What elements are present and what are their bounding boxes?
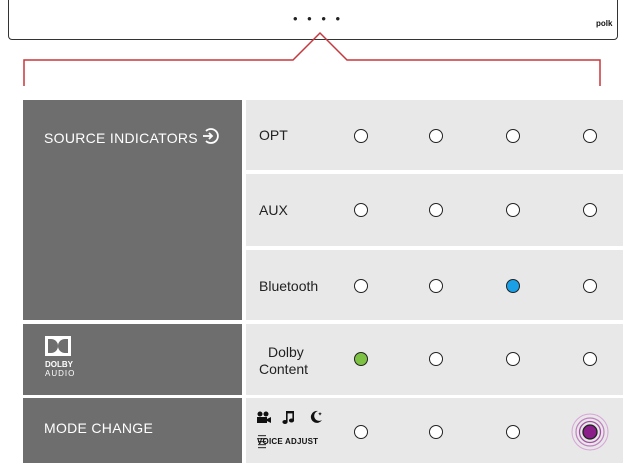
indicator-mode-3 — [506, 425, 520, 439]
mode-change-panel: MODE CHANGE — [23, 398, 242, 463]
indicator-mode-4-lit — [571, 413, 609, 451]
indicator-aux-3 — [506, 203, 520, 217]
source-indicators-label: SOURCE INDICATORS — [44, 130, 198, 146]
movie-camera-icon — [257, 411, 271, 423]
indicator-dolby-3 — [506, 352, 520, 366]
voice-adjust-label: VOICE ADJUST — [257, 437, 319, 446]
dolby-logo-icon — [45, 336, 71, 356]
indicator-mode-2 — [429, 425, 443, 439]
indicator-bluetooth-1 — [354, 279, 368, 293]
indicator-opt-2 — [429, 129, 443, 143]
indicator-bluetooth-4 — [583, 279, 597, 293]
dolby-logo-text: DOLBY — [45, 360, 73, 369]
music-note-icon — [282, 411, 295, 424]
indicator-dolby-4 — [583, 352, 597, 366]
indicator-bluetooth-3-lit — [506, 279, 520, 293]
indicator-aux-1 — [354, 203, 368, 217]
row-label-bluetooth: Bluetooth — [259, 278, 319, 294]
indicator-dolby-1-lit — [354, 352, 368, 366]
callout-bracket — [23, 31, 601, 86]
row-label-opt: OPT — [259, 127, 288, 143]
indicator-aux-2 — [429, 203, 443, 217]
indicator-bluetooth-2 — [429, 279, 443, 293]
source-indicators-panel: SOURCE INDICATORS — [23, 100, 242, 320]
row-label-aux: AUX — [259, 202, 288, 218]
indicator-dolby-2 — [429, 352, 443, 366]
dolby-panel: DOLBY AUDIO — [23, 324, 242, 395]
moon-icon — [310, 410, 322, 423]
indicator-opt-1 — [354, 129, 368, 143]
indicator-opt-3 — [506, 129, 520, 143]
dolby-logo-subtext: AUDIO — [45, 369, 76, 378]
mode-change-label: MODE CHANGE — [44, 420, 154, 436]
indicator-mode-1 — [354, 425, 368, 439]
indicator-aux-4 — [583, 203, 597, 217]
source-input-icon — [203, 128, 219, 144]
row-label-dolby-line2: Content — [259, 361, 309, 377]
row-label-dolby-line1: Dolby — [268, 344, 304, 360]
indicator-opt-4 — [583, 129, 597, 143]
